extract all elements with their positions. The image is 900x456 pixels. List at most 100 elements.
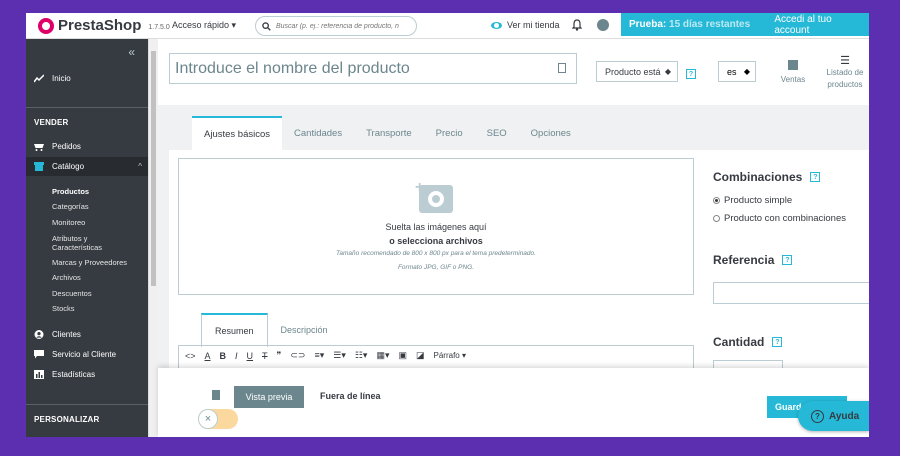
quick-access-menu[interactable]: Acceso rápido ▾	[172, 20, 236, 31]
divider	[26, 107, 148, 108]
section-title-sell: VENDER	[34, 118, 69, 127]
cart-icon	[34, 143, 44, 151]
sidebar-subitem-categories[interactable]: Categorías	[52, 202, 89, 211]
sidebar-item-customers[interactable]: Clientes	[26, 327, 148, 341]
preview-button[interactable]: Vista previa	[234, 386, 304, 408]
sidebar-subitem-stocks[interactable]: Stocks	[52, 304, 75, 313]
sidebar-subitem-attributes[interactable]: Atributos y Características	[52, 234, 136, 252]
radio-simple-product[interactable]: Producto simple	[713, 195, 792, 206]
trial-label: Prueba:	[629, 19, 667, 30]
tab-summary[interactable]: Resumen	[201, 313, 268, 347]
help-button[interactable]: ? Ayuda	[798, 401, 869, 431]
dropzone-size-hint: Tamaño recomendado de 800 x 800 px para …	[336, 250, 536, 257]
reference-heading: Referencia ?	[713, 253, 793, 267]
chat-icon	[34, 349, 44, 358]
combinations-heading: Combinaciones ?	[713, 170, 821, 184]
account-link[interactable]: Accedi al tuo account	[774, 14, 869, 36]
product-listing-button[interactable]: ☰ Listado de productos	[823, 55, 867, 91]
app-window: PrestaShop 1.7.5.0 Acceso rápido ▾ Ver m…	[26, 13, 869, 437]
product-type-value: Producto está	[605, 66, 661, 77]
bell-icon[interactable]	[572, 19, 582, 31]
font-color-icon[interactable]: A	[205, 351, 211, 361]
sidebar-subitem-monitoring[interactable]: Monitoreo	[52, 218, 85, 227]
help-icon[interactable]: ?	[810, 172, 821, 182]
bold-icon[interactable]: B	[220, 351, 227, 361]
editor-toolbar: <> A B I U T ❞ ⊂⊃ ≡▾ ☰▾ ☷▾ ▦▾ ▣ ◪ Párraf…	[185, 350, 475, 361]
product-type-select[interactable]: Producto está ◆	[596, 61, 678, 82]
collapse-sidebar-button[interactable]: «	[128, 45, 135, 59]
radio-unchecked-icon[interactable]	[713, 215, 720, 222]
reference-input[interactable]	[713, 282, 869, 304]
combinations-title: Combinaciones	[713, 170, 803, 184]
numbered-list-icon[interactable]: ☷▾	[355, 350, 368, 361]
radio-label: Producto simple	[724, 195, 793, 206]
sidebar-item-catalog[interactable]: Catálogo ^	[26, 157, 148, 176]
radio-checked-icon[interactable]	[713, 197, 720, 204]
image-icon[interactable]: ▣	[398, 350, 407, 361]
user-avatar-icon[interactable]	[597, 19, 609, 31]
trash-icon[interactable]	[212, 390, 220, 400]
help-icon[interactable]: ?	[782, 255, 793, 265]
product-name-input[interactable]: Introduce el nombre del producto	[169, 53, 577, 84]
sidebar-subitem-discounts[interactable]: Descuentos	[52, 289, 92, 298]
dropzone-format-hint: Formato JPG, GIF o PNG.	[397, 264, 475, 271]
link-icon[interactable]: ⊂⊃	[290, 350, 305, 361]
trial-text: Prueba: 15 días restantes	[629, 19, 768, 30]
language-value: es	[727, 66, 737, 77]
italic-icon[interactable]: I	[235, 351, 238, 361]
tab-pricing[interactable]: Precio	[424, 116, 475, 150]
bar-chart-icon	[788, 60, 798, 70]
sidebar-item-stats[interactable]: Estadísticas	[26, 367, 148, 381]
tab-seo[interactable]: SEO	[475, 116, 519, 150]
strikethrough-icon[interactable]: T	[262, 351, 268, 361]
image-dropzone[interactable]: + Suelta las imágenes aquí o selecciona …	[178, 158, 694, 295]
radio-product-combinations[interactable]: Producto con combinaciones	[713, 213, 846, 224]
tab-quantities[interactable]: Cantidades	[282, 116, 354, 150]
sidebar-item-orders[interactable]: Pedidos	[26, 139, 148, 153]
sidebar-item-dashboard[interactable]: Inicio	[26, 71, 148, 85]
sidebar-subitem-brands[interactable]: Marcas y Proveedores	[52, 258, 127, 267]
search-input[interactable]	[276, 22, 406, 30]
sidebar-subitem-products[interactable]: Productos	[52, 187, 89, 196]
quantity-heading: Cantidad ?	[713, 335, 783, 349]
sidebar-item-customer-service[interactable]: Servicio al Cliente	[26, 347, 148, 361]
eye-icon	[491, 21, 502, 29]
trial-remaining: 15 días restantes	[669, 19, 751, 30]
tab-basic-settings[interactable]: Ajustes básicos	[192, 116, 283, 150]
quantity-title: Cantidad	[713, 335, 765, 349]
scrollbar-thumb[interactable]	[151, 51, 156, 286]
sidebar-item-label: Clientes	[52, 329, 81, 339]
sidebar-scrollbar[interactable]	[148, 39, 158, 437]
sidebar-subitem-files[interactable]: Archivos	[52, 273, 81, 282]
table-icon[interactable]: ▦▾	[376, 350, 389, 361]
divider	[26, 404, 148, 405]
search-box[interactable]	[255, 16, 417, 36]
store-icon	[34, 162, 44, 171]
align-icon[interactable]: ≡▾	[314, 350, 324, 361]
close-icon[interactable]: ×	[198, 409, 218, 429]
help-icon[interactable]: ?	[686, 69, 696, 79]
tab-options[interactable]: Opciones	[519, 116, 583, 150]
tab-shipping[interactable]: Transporte	[354, 116, 424, 150]
online-toggle[interactable]: ×	[198, 409, 238, 429]
trial-banner: Prueba: 15 días restantes Accedi al tuo …	[621, 13, 869, 36]
language-select[interactable]: es ◆	[718, 61, 756, 82]
tab-description[interactable]: Descripción	[268, 313, 341, 347]
help-icon[interactable]: ?	[772, 337, 783, 347]
logo[interactable]: PrestaShop 1.7.5.0	[38, 17, 170, 34]
chevron-up-icon: ^	[138, 162, 142, 171]
code-icon[interactable]: <>	[185, 351, 196, 361]
sidebar: « Inicio VENDER Pedidos Catálogo ^ Produ…	[26, 39, 148, 437]
media-icon[interactable]: ◪	[416, 350, 425, 361]
underline-icon[interactable]: U	[247, 351, 254, 361]
radio-label: Producto con combinaciones	[724, 213, 846, 224]
search-icon	[262, 21, 271, 31]
list-icon: ☰	[840, 55, 850, 67]
quote-icon[interactable]: ❞	[277, 350, 282, 361]
bullet-list-icon[interactable]: ☰▾	[333, 350, 346, 361]
select-files-link[interactable]: o selecciona archivos	[179, 236, 693, 246]
paragraph-format-select[interactable]: Párrafo ▾	[434, 351, 466, 360]
sales-button[interactable]: Ventas	[778, 60, 808, 84]
view-shop-link[interactable]: Ver mi tienda	[491, 20, 560, 30]
trending-up-icon	[34, 73, 44, 82]
